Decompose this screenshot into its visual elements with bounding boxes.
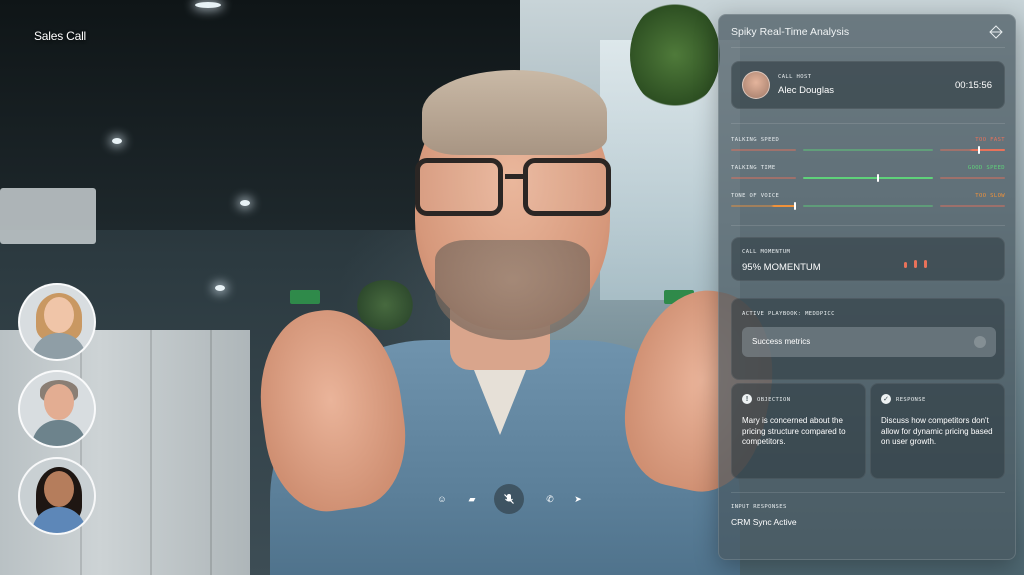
air-conditioner: [0, 188, 96, 244]
objection-text: Mary is concerned about the pricing stru…: [742, 416, 846, 446]
participant-face: [44, 297, 74, 333]
metric-label: TONE OF VOICE: [731, 193, 780, 199]
call-timer: 00:15:56: [955, 80, 992, 91]
presenter-beard: [435, 240, 590, 340]
metric-tone-of-voice: TONE OF VOICE TOO SLOW: [731, 193, 1005, 215]
metric-track: [731, 202, 1005, 210]
presenter-glasses: [415, 158, 615, 218]
analysis-panel: Spiky Real-Time Analysis CALL HOST Alec …: [718, 14, 1016, 560]
playbook-item-label: Success metrics: [752, 337, 811, 346]
booth-seam: [210, 330, 212, 575]
metric-status: GOOD SPEED: [967, 165, 1005, 171]
metric-track: [731, 174, 1005, 182]
momentum-value: 95% MOMENTUM: [742, 262, 821, 273]
metric-talking-time: TALKING TIME GOOD SPEED: [731, 165, 1005, 187]
divider: [731, 492, 1005, 493]
participant-face: [44, 384, 74, 420]
booth-seam: [150, 330, 152, 575]
host-label: CALL HOST: [778, 74, 812, 80]
share-icon[interactable]: ➤: [570, 491, 586, 507]
response-text: Discuss how competitors don't allow for …: [881, 416, 993, 446]
panel-title: Spiky Real-Time Analysis: [731, 26, 850, 38]
metric-marker: [877, 174, 879, 182]
call-host-card: CALL HOST Alec Douglas 00:15:56: [731, 61, 1005, 109]
ceiling-light: [215, 285, 225, 291]
momentum-bar: [924, 260, 927, 268]
call-title: Sales Call: [34, 29, 87, 43]
playbook-item-success-metrics[interactable]: Success metrics: [742, 327, 996, 357]
metric-talking-speed: TALKING SPEED TOO FAST: [731, 137, 1005, 159]
booth-seam: [80, 330, 82, 575]
metric-track: [731, 146, 1005, 154]
phone-icon[interactable]: ✆: [542, 491, 558, 507]
input-responses-label: INPUT RESPONSES: [731, 504, 787, 510]
alert-icon: !: [742, 394, 752, 404]
metric-marker: [978, 146, 980, 154]
momentum-bar: [914, 260, 917, 268]
response-label: RESPONSE: [896, 397, 926, 403]
metric-status: TOO SLOW: [975, 193, 1005, 199]
participant-face: [44, 471, 74, 507]
metric-label: TALKING SPEED: [731, 137, 780, 143]
panel-logo-icon[interactable]: [989, 25, 1003, 39]
metric-status: TOO FAST: [975, 137, 1005, 143]
participant-thumbnail-1[interactable]: [18, 283, 96, 361]
active-playbook-card: ACTIVE PLAYBOOK: MEDDPICC Success metric…: [731, 298, 1005, 380]
metric-label: TALKING TIME: [731, 165, 776, 171]
ceiling-light: [112, 138, 122, 144]
metric-marker: [794, 202, 796, 210]
call-momentum-card: CALL MOMENTUM 95% MOMENTUM: [731, 237, 1005, 281]
presenter-hair: [422, 70, 607, 155]
ceiling-light: [195, 2, 221, 8]
divider: [731, 123, 1005, 124]
emoji-icon[interactable]: ☺: [434, 491, 450, 507]
momentum-bar: [904, 262, 907, 268]
participant-thumbnail-2[interactable]: [18, 370, 96, 448]
objection-card: ! OBJECTION Mary is concerned about the …: [731, 383, 866, 479]
divider: [731, 225, 1005, 226]
objection-label: OBJECTION: [757, 397, 791, 403]
video-icon[interactable]: ▰: [464, 491, 480, 507]
host-name: Alec Douglas: [778, 85, 834, 96]
playbook-label: ACTIVE PLAYBOOK: MEDDPICC: [742, 311, 835, 317]
momentum-label: CALL MOMENTUM: [742, 249, 791, 255]
divider: [731, 47, 1005, 48]
check-icon: ✓: [881, 394, 891, 404]
host-avatar: [742, 71, 770, 99]
mic-off-icon[interactable]: [494, 484, 524, 514]
booth-seat: [0, 330, 250, 575]
participant-thumbnail-3[interactable]: [18, 457, 96, 535]
call-controls: ☺ ▰ ✆ ➤: [430, 484, 590, 514]
crm-sync-status: CRM Sync Active: [731, 517, 797, 527]
playbook-item-toggle[interactable]: [974, 336, 986, 348]
response-card: ✓ RESPONSE Discuss how competitors don't…: [870, 383, 1005, 479]
participant-body: [32, 420, 86, 446]
